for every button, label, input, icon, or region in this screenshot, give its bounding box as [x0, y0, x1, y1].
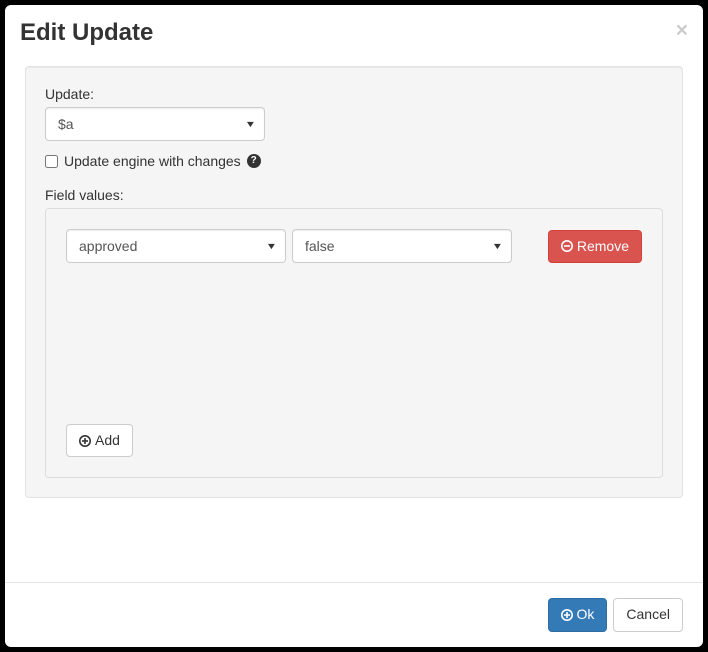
modal-header: Edit Update × — [5, 5, 703, 61]
update-engine-checkbox[interactable] — [45, 155, 58, 168]
minus-circle-icon — [561, 240, 573, 252]
field-values-label: Field values: — [45, 187, 663, 203]
add-row: Add — [66, 404, 642, 458]
update-label: Update: — [45, 86, 663, 102]
cancel-button[interactable]: Cancel — [613, 598, 683, 632]
value-select[interactable]: false — [292, 229, 512, 263]
ok-button[interactable]: Ok — [548, 598, 608, 632]
add-button[interactable]: Add — [66, 424, 133, 458]
update-select[interactable]: $a — [45, 107, 265, 141]
plus-circle-icon — [79, 435, 91, 447]
help-icon[interactable]: ? — [247, 154, 261, 168]
update-engine-label: Update engine with changes — [64, 153, 241, 169]
plus-circle-icon — [561, 609, 573, 621]
ok-button-label: Ok — [577, 605, 595, 625]
form-panel: Update: $a Update engine with changes ? … — [25, 66, 683, 498]
field-values-panel: approved false — [45, 208, 663, 478]
field-select-wrap: approved — [66, 229, 286, 263]
field-select[interactable]: approved — [66, 229, 286, 263]
modal-title: Edit Update — [20, 20, 676, 46]
add-button-label: Add — [95, 431, 120, 451]
update-select-wrap: $a — [45, 107, 265, 141]
remove-button-label: Remove — [577, 237, 629, 257]
close-icon[interactable]: × — [676, 20, 688, 41]
modal-body: Update: $a Update engine with changes ? … — [5, 61, 703, 582]
update-engine-row: Update engine with changes ? — [45, 153, 663, 169]
remove-button[interactable]: Remove — [548, 230, 642, 264]
field-value-row: approved false — [66, 229, 642, 263]
value-select-wrap: false — [292, 229, 512, 263]
edit-update-modal: Edit Update × Update: $a Update engine w… — [5, 5, 703, 647]
cancel-button-label: Cancel — [626, 605, 670, 625]
modal-footer: Ok Cancel — [5, 582, 703, 647]
